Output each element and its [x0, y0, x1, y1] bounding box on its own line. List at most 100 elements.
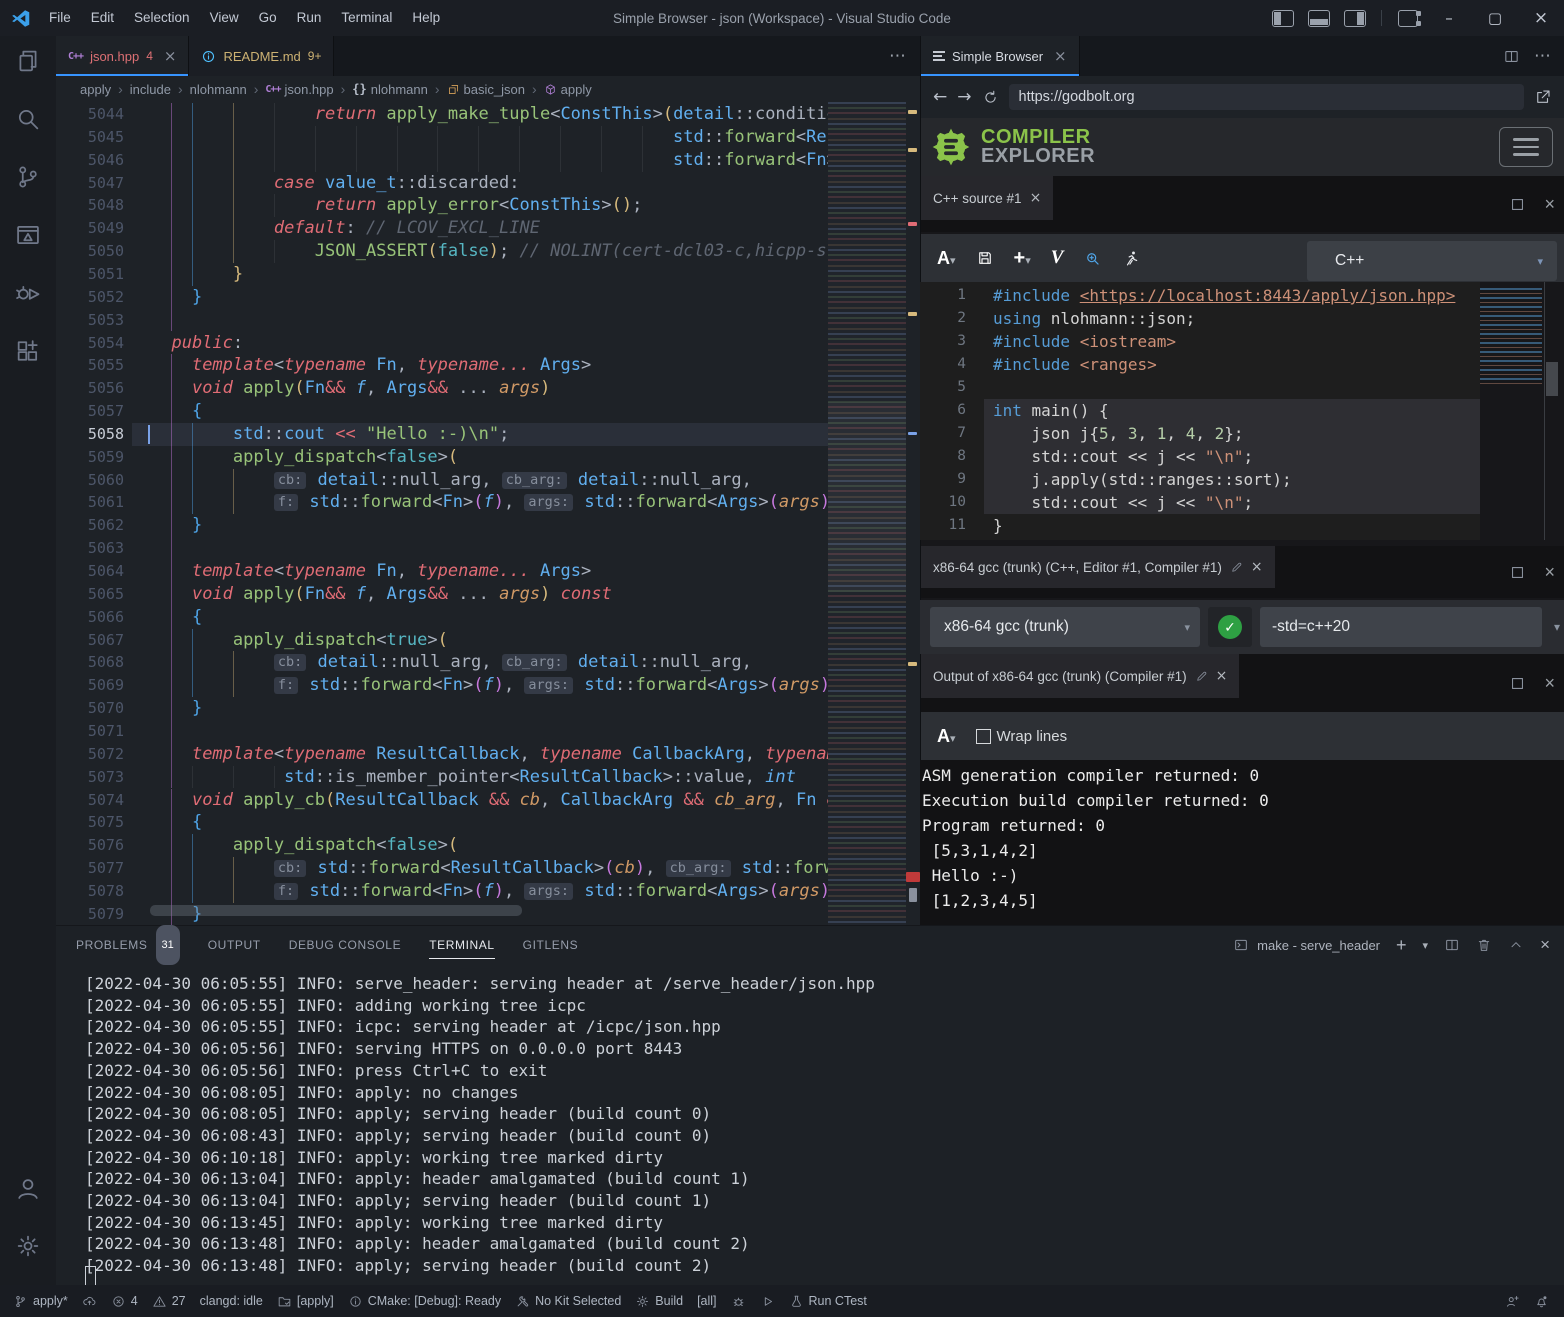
status-cloud-upload[interactable]: [75, 1290, 104, 1312]
close-tab-icon[interactable]: ×: [164, 47, 177, 65]
status--all-[interactable]: [all]: [690, 1290, 723, 1312]
menu-edit[interactable]: Edit: [81, 0, 124, 36]
status-play[interactable]: [753, 1290, 782, 1312]
customize-layout-icon[interactable]: [1398, 10, 1418, 27]
close-tab-icon[interactable]: ×: [1054, 47, 1067, 65]
rename-pane-icon[interactable]: [1195, 670, 1208, 683]
url-input[interactable]: https://godbolt.org: [1009, 84, 1525, 110]
status-tools[interactable]: No Kit Selected: [508, 1290, 628, 1312]
minimize-button[interactable]: –: [1426, 0, 1472, 36]
reload-icon[interactable]: [982, 89, 999, 106]
compiler-select[interactable]: x86-64 gcc (trunk)▾: [930, 607, 1200, 647]
include-url-link[interactable]: <https://localhost:8443/apply/json.hpp>: [1080, 286, 1456, 305]
vim-toggle-icon[interactable]: V: [1051, 247, 1064, 269]
maximize-pane-icon[interactable]: [1509, 675, 1526, 692]
breadcrumb-item-apply[interactable]: apply: [80, 82, 111, 97]
forward-icon[interactable]: →: [957, 87, 971, 107]
add-button[interactable]: +▾: [1014, 247, 1031, 270]
close-window-button[interactable]: ×: [1518, 0, 1564, 36]
menu-selection[interactable]: Selection: [124, 0, 200, 36]
breadcrumb-item-json.hpp[interactable]: C++json.hpp: [265, 82, 333, 97]
hamburger-menu-icon[interactable]: [1499, 127, 1553, 167]
cppinsights-icon[interactable]: [1083, 249, 1102, 268]
language-select[interactable]: C++▾: [1307, 241, 1557, 281]
close-pane-icon[interactable]: ×: [1544, 194, 1555, 215]
restore-button[interactable]: ▢: [1472, 0, 1518, 36]
activity-files-icon[interactable]: [0, 36, 56, 86]
quickbench-icon[interactable]: [1122, 249, 1141, 268]
back-icon[interactable]: ←: [933, 87, 947, 107]
breadcrumb-item-apply[interactable]: apply: [544, 82, 592, 97]
save-icon[interactable]: [976, 249, 994, 267]
status-clangd-idle[interactable]: clangd: idle: [193, 1290, 270, 1312]
status-folder-check[interactable]: [apply]: [270, 1290, 341, 1312]
tab-json.hpp[interactable]: C++json.hpp4×: [56, 36, 189, 76]
new-terminal-icon[interactable]: +: [1396, 935, 1407, 956]
menu-view[interactable]: View: [200, 0, 249, 36]
menu-help[interactable]: Help: [402, 0, 450, 36]
terminal-list-item[interactable]: make - serve_header: [1233, 937, 1380, 953]
panel-tab-debug-console[interactable]: DEBUG CONSOLE: [289, 926, 402, 964]
menu-go[interactable]: Go: [249, 0, 287, 36]
close-pane-icon[interactable]: ×: [1030, 190, 1042, 206]
activity-extensions-icon[interactable]: [0, 326, 56, 376]
menu-terminal[interactable]: Terminal: [331, 0, 402, 36]
tab-simple-browser[interactable]: Simple Browser ×: [921, 36, 1080, 76]
breadcrumb-item-nlohmann[interactable]: {}nlohmann: [352, 82, 428, 97]
source-pane-tab[interactable]: C++ source #1×: [921, 176, 1053, 220]
activity-settings-gear-icon[interactable]: [0, 1221, 56, 1271]
options-dropdown-icon[interactable]: ▾: [1554, 620, 1560, 634]
activity-run-debug-icon[interactable]: [0, 268, 56, 318]
status-error-circle[interactable]: 4: [104, 1290, 145, 1312]
open-external-icon[interactable]: [1534, 88, 1552, 106]
wrap-lines-checkbox[interactable]: Wrap lines: [976, 728, 1068, 745]
compiler-options-input[interactable]: -std=c++20: [1260, 607, 1542, 647]
breadcrumb-item-include[interactable]: include: [130, 82, 171, 97]
rename-pane-icon[interactable]: [1230, 561, 1243, 574]
maximize-panel-icon[interactable]: [1508, 937, 1524, 953]
editor-more-actions-icon[interactable]: ⋯: [889, 46, 906, 66]
status-bell-dot[interactable]: [1527, 1290, 1556, 1312]
status-info-circle[interactable]: CMake: [Debug]: Ready: [341, 1290, 508, 1312]
output-pane-tab[interactable]: Output of x86-64 gcc (trunk) (Compiler #…: [921, 654, 1239, 698]
compiler-pane-tab[interactable]: x86-64 gcc (trunk) (C++, Editor #1, Comp…: [921, 546, 1275, 588]
close-pane-icon[interactable]: ×: [1544, 562, 1555, 583]
status-git-branch[interactable]: apply*: [6, 1290, 75, 1312]
font-size-button[interactable]: A▾: [937, 248, 956, 269]
status-warning-triangle[interactable]: 27: [145, 1290, 193, 1312]
close-pane-icon[interactable]: ×: [1251, 559, 1263, 575]
status-gear[interactable]: Build: [628, 1290, 690, 1312]
compiler-explorer-logo[interactable]: COMPILER EXPLORER: [929, 125, 1095, 169]
panel-tab-output[interactable]: OUTPUT: [208, 926, 261, 964]
maximize-pane-icon[interactable]: [1509, 196, 1526, 213]
activity-test-panel-icon[interactable]: [0, 210, 56, 260]
browser-more-actions-icon[interactable]: ⋯: [1534, 46, 1551, 66]
status-beaker[interactable]: Run CTest: [782, 1290, 874, 1312]
minimap[interactable]: [828, 102, 906, 925]
toggle-secondary-sidebar-icon[interactable]: [1344, 10, 1366, 27]
toggle-sidebar-icon[interactable]: [1272, 10, 1294, 27]
menu-file[interactable]: File: [39, 0, 81, 36]
font-size-button[interactable]: A▾: [937, 726, 956, 747]
godbolt-scrollbar[interactable]: [1546, 362, 1558, 396]
panel-tab-gitlens[interactable]: GITLENS: [523, 926, 579, 964]
activity-account-icon[interactable]: [0, 1163, 56, 1213]
breadcrumb-item-nlohmann[interactable]: nlohmann: [190, 82, 247, 97]
horizontal-scrollbar[interactable]: [150, 905, 522, 916]
panel-tab-terminal[interactable]: TERMINAL: [429, 926, 494, 964]
terminal-dropdown-icon[interactable]: ▾: [1423, 939, 1429, 952]
tab-readme.md[interactable]: README.md9+: [189, 36, 334, 76]
menu-run[interactable]: Run: [287, 0, 332, 36]
status-bug[interactable]: [724, 1290, 753, 1312]
panel-tab-problems[interactable]: PROBLEMS31: [76, 926, 180, 964]
activity-search-icon[interactable]: [0, 94, 56, 144]
activity-source-control-icon[interactable]: [0, 152, 56, 202]
kill-terminal-icon[interactable]: [1476, 937, 1492, 953]
split-terminal-icon[interactable]: [1444, 937, 1460, 953]
split-editor-icon[interactable]: [1503, 48, 1520, 65]
maximize-pane-icon[interactable]: [1509, 564, 1526, 581]
toggle-panel-icon[interactable]: [1308, 10, 1330, 27]
close-pane-icon[interactable]: ×: [1216, 668, 1228, 684]
close-panel-icon[interactable]: ×: [1540, 935, 1550, 955]
status-feedback[interactable]: [1498, 1290, 1527, 1312]
